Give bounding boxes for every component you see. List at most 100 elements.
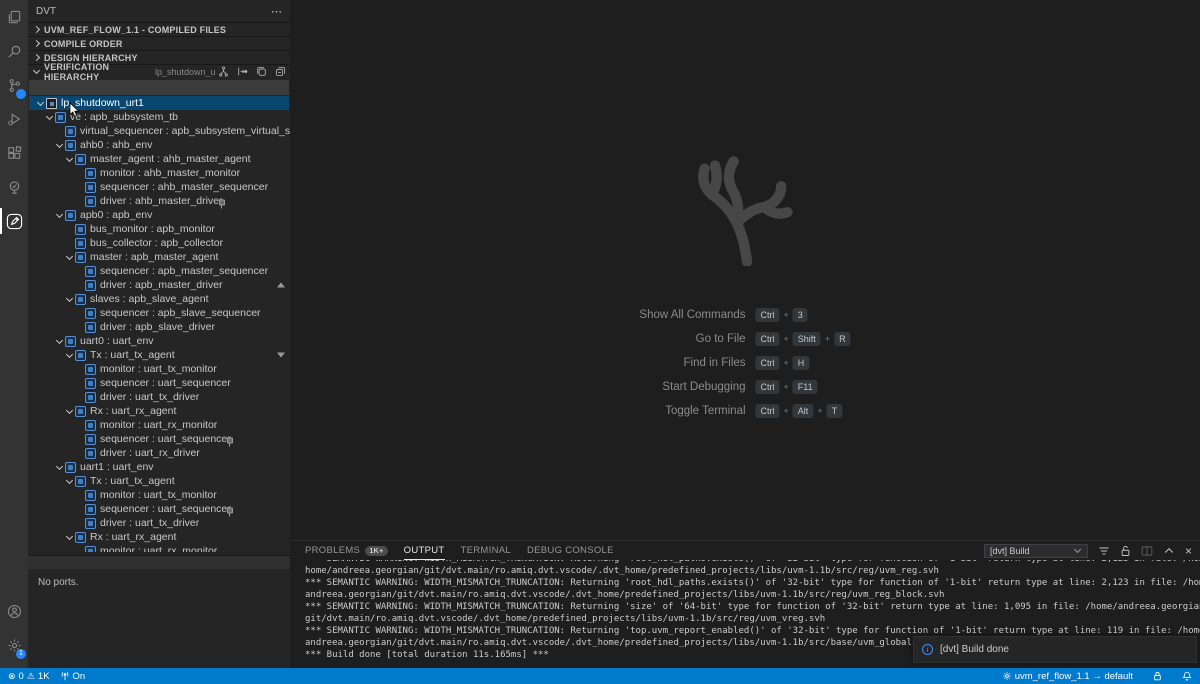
tree-item-monitor[interactable]: monitor : uart_rx_monitor xyxy=(28,418,290,432)
chevron-right-icon xyxy=(33,26,40,33)
tree-item-label: master : apb_master_agent xyxy=(90,251,218,263)
tree-item-sequencer[interactable]: sequencer : uart_sequencer xyxy=(28,502,290,516)
tree-item-label: monitor : uart_rx_monitor xyxy=(100,419,217,431)
tree-item-Tx[interactable]: Tx : uart_tx_agent xyxy=(28,348,290,362)
hierarchy-filter-input[interactable] xyxy=(29,80,289,95)
tree-item-master_agent[interactable]: master_agent : ahb_master_agent xyxy=(28,152,290,166)
tree-item-lp_shutdown_urt1[interactable]: lp_shutdown_urt1 xyxy=(29,96,289,110)
dvt-project-status[interactable]: uvm_ref_flow_1.1 → default xyxy=(1002,671,1133,682)
run-debug-icon[interactable] xyxy=(0,102,28,136)
section-header-uvm-ref-flow-1-1-compiled-files[interactable]: UVM_REF_FLOW_1.1 - COMPILED FILES xyxy=(28,22,290,36)
more-actions-icon[interactable]: ⋯ xyxy=(271,5,282,18)
chevron-down-icon[interactable] xyxy=(64,536,75,539)
problems-status[interactable]: ⊗ 0 ⚠ 1K xyxy=(8,671,50,682)
chevron-down-icon[interactable] xyxy=(64,410,75,413)
tree-item-uart0[interactable]: uart0 : uart_env xyxy=(28,334,290,348)
unlock-icon[interactable] xyxy=(1120,545,1131,557)
tree-item-apb0[interactable]: apb0 : apb_env xyxy=(28,208,290,222)
uvm-component-icon xyxy=(75,154,86,165)
extensions-icon[interactable] xyxy=(0,136,28,170)
shortcut-keys: Ctrl+F11 xyxy=(756,380,851,394)
tree-item-sequencer[interactable]: sequencer : apb_master_sequencer xyxy=(28,264,290,278)
uvm-component-icon xyxy=(75,476,86,487)
tree-item-driver[interactable]: driver : apb_slave_driver xyxy=(28,320,290,334)
keycap: Ctrl xyxy=(756,380,780,394)
tree-item-driver[interactable]: driver : ahb_master_driver xyxy=(28,194,290,208)
tree-item-monitor[interactable]: monitor : ahb_master_monitor xyxy=(28,166,290,180)
section-header-compile-order[interactable]: COMPILE ORDER xyxy=(28,36,290,50)
search-icon[interactable] xyxy=(0,34,28,68)
tree-item-monitor[interactable]: monitor : uart_rx_monitor xyxy=(28,544,290,552)
panel-tab-terminal[interactable]: TERMINAL xyxy=(461,541,511,560)
tree-item-sequencer[interactable]: sequencer : ahb_master_sequencer xyxy=(28,180,290,194)
chevron-down-icon[interactable] xyxy=(54,144,65,147)
plus-separator: + xyxy=(825,334,830,344)
chevron-down-icon[interactable] xyxy=(64,158,75,161)
chevron-down-icon[interactable] xyxy=(64,354,75,357)
hierarchy-icon[interactable] xyxy=(218,66,229,77)
panel-tab-problems[interactable]: PROBLEMS1K+ xyxy=(305,541,388,560)
pin-decoration-icon xyxy=(226,437,233,446)
close-panel-icon[interactable]: × xyxy=(1185,545,1192,557)
maximize-panel-icon[interactable] xyxy=(1163,545,1175,557)
tree-item-ahb0[interactable]: ahb0 : ahb_env xyxy=(28,138,290,152)
notification-toast[interactable]: i [dvt] Build done xyxy=(913,636,1197,663)
ports-section-header[interactable] xyxy=(28,555,290,569)
tree-item-monitor[interactable]: monitor : uart_tx_monitor xyxy=(28,488,290,502)
chevron-down-icon[interactable] xyxy=(54,340,65,343)
trace-icon[interactable] xyxy=(237,66,248,77)
account-icon[interactable] xyxy=(0,594,28,628)
chevron-down-icon[interactable] xyxy=(64,256,75,259)
tree-item-master[interactable]: master : apb_master_agent xyxy=(28,250,290,264)
collapse-all-icon[interactable] xyxy=(275,66,286,77)
tree-item-driver[interactable]: driver : uart_rx_driver xyxy=(28,446,290,460)
split-panel-icon[interactable] xyxy=(1141,545,1153,557)
broadcast-antenna-icon xyxy=(60,671,70,681)
chevron-down-icon[interactable] xyxy=(44,116,55,119)
lock-status-icon[interactable] xyxy=(1153,671,1162,681)
chevron-glyph xyxy=(66,350,73,357)
chevron-glyph xyxy=(66,252,73,259)
tree-item-bus_collector[interactable]: bus_collector : apb_collector xyxy=(28,236,290,250)
tree-item-sequencer[interactable]: sequencer : apb_slave_sequencer xyxy=(28,306,290,320)
tree-item-Tx[interactable]: Tx : uart_tx_agent xyxy=(28,474,290,488)
panel-tab-output[interactable]: OUTPUT xyxy=(404,541,445,560)
dvt-extension-icon[interactable] xyxy=(0,204,28,238)
notifications-bell-icon[interactable] xyxy=(1182,671,1192,681)
uvm-component-icon xyxy=(75,406,86,417)
tree-item-driver[interactable]: driver : uart_tx_driver xyxy=(28,516,290,530)
chevron-down-icon[interactable] xyxy=(54,214,65,217)
dvt-server-status[interactable]: On xyxy=(60,671,86,682)
chevron-glyph xyxy=(56,210,63,217)
tree-item-Rx[interactable]: Rx : uart_rx_agent xyxy=(28,404,290,418)
chevron-down-icon[interactable] xyxy=(54,466,65,469)
verification-check-icon[interactable] xyxy=(0,170,28,204)
chevron-down-icon[interactable] xyxy=(64,298,75,301)
tree-item-monitor[interactable]: monitor : uart_tx_monitor xyxy=(28,362,290,376)
explorer-icon[interactable] xyxy=(0,0,28,34)
output-channel-select[interactable]: [dvt] Build xyxy=(984,544,1088,558)
tree-item-label: sequencer : apb_slave_sequencer xyxy=(100,307,261,319)
settings-gear-icon[interactable]: 1 xyxy=(0,628,28,662)
tree-item-sequencer[interactable]: sequencer : uart_sequencer xyxy=(28,432,290,446)
keycap: T xyxy=(827,404,843,418)
tree-item-virtual_sequencer[interactable]: virtual_sequencer : apb_subsystem_virtua… xyxy=(28,124,290,138)
tree-item-driver[interactable]: driver : uart_tx_driver xyxy=(28,390,290,404)
new-window-icon[interactable] xyxy=(256,66,267,77)
panel-header: PROBLEMS1K+ OUTPUT TERMINAL DEBUG CONSOLE [… xyxy=(290,541,1200,560)
tree-item-bus_monitor[interactable]: bus_monitor : apb_monitor xyxy=(28,222,290,236)
clear-output-icon[interactable] xyxy=(1098,545,1110,557)
chevron-down-icon[interactable] xyxy=(35,102,46,105)
chevron-down-icon[interactable] xyxy=(64,480,75,483)
uvm-component-icon xyxy=(85,322,96,333)
tree-item-slaves[interactable]: slaves : apb_slave_agent xyxy=(28,292,290,306)
panel-tab-debug-console[interactable]: DEBUG CONSOLE xyxy=(527,541,614,560)
tree-item-uart1[interactable]: uart1 : uart_env xyxy=(28,460,290,474)
tree-item-ve[interactable]: ve : apb_subsystem_tb xyxy=(28,110,290,124)
tree-item-sequencer[interactable]: sequencer : uart_sequencer xyxy=(28,376,290,390)
section-header-verification-hierarchy[interactable]: VERIFICATION HIERARCHYlp_shutdown_urt1 xyxy=(28,64,290,78)
tree-item-Rx[interactable]: Rx : uart_rx_agent xyxy=(28,530,290,544)
tree-item-driver[interactable]: driver : apb_master_driver xyxy=(28,278,290,292)
source-control-icon[interactable] xyxy=(0,68,28,102)
uvm-component-icon xyxy=(85,504,96,515)
